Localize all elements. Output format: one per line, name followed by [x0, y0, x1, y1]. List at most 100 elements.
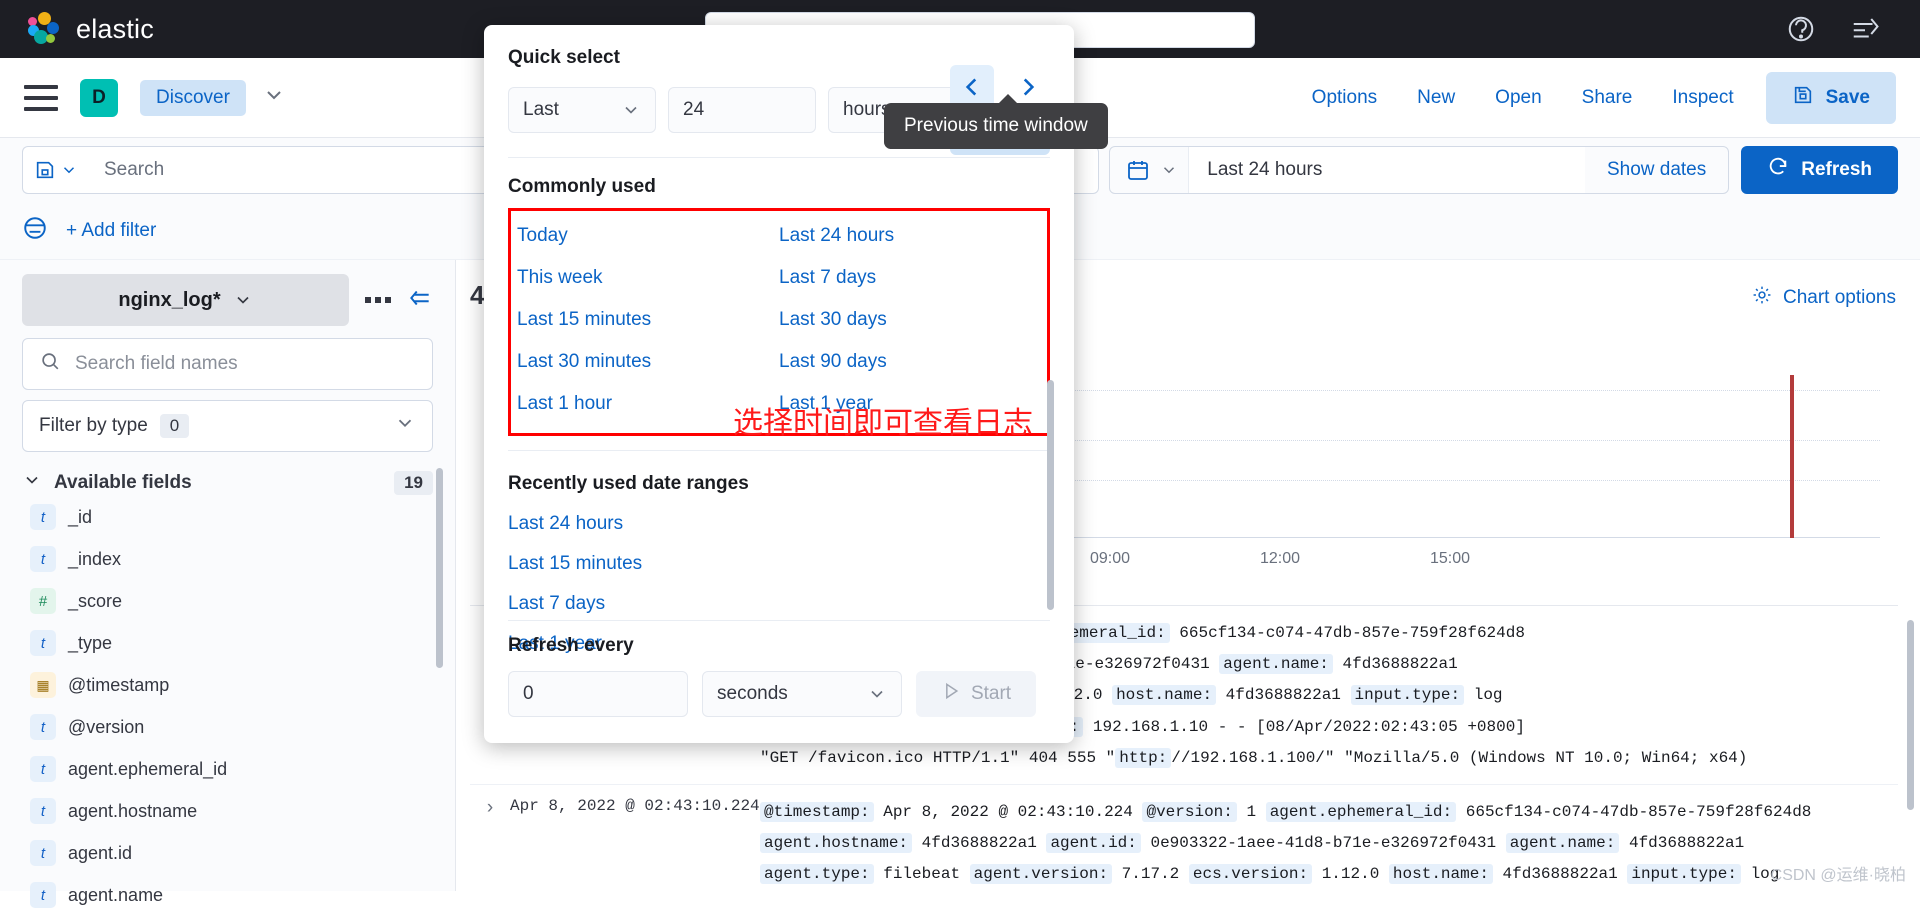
row-timestamp: Apr 8, 2022 @ 02:43:10.224	[510, 796, 760, 815]
menu-icon[interactable]	[24, 84, 58, 111]
string-field-icon: t	[30, 756, 56, 782]
date-range-value[interactable]: Last 24 hours	[1188, 147, 1585, 193]
field-item[interactable]: t agent.id	[22, 832, 433, 874]
breadcrumb-discover[interactable]: Discover	[140, 79, 246, 116]
annotation-text-wrap: 选择时间即可查看日志	[733, 398, 1033, 442]
alerts-icon[interactable]	[1850, 14, 1880, 44]
nav-options[interactable]: Options	[1292, 77, 1397, 119]
commonly-used-link[interactable]: Last 7 days	[779, 267, 1041, 289]
chevron-down-icon[interactable]	[262, 83, 286, 112]
help-icon[interactable]	[1786, 14, 1816, 44]
collapse-sidebar-icon[interactable]	[407, 285, 433, 316]
available-fields-count: 19	[394, 471, 433, 495]
field-item[interactable]: t agent.hostname	[22, 790, 433, 832]
field-item[interactable]: ▦ @timestamp	[22, 664, 433, 706]
direction-value: Last	[523, 99, 559, 120]
sidebar-scrollbar[interactable]	[436, 468, 443, 668]
nav-new[interactable]: New	[1397, 77, 1475, 119]
amount-value: 24	[683, 99, 705, 120]
string-field-icon: t	[30, 504, 56, 530]
index-pattern-select[interactable]: nginx_log*	[22, 274, 349, 326]
chevron-down-icon[interactable]	[394, 412, 416, 440]
field-list-options-icon[interactable]	[359, 297, 397, 303]
saved-query-button[interactable]	[22, 146, 88, 194]
refresh-icon	[1767, 156, 1789, 184]
commonly-used-section: Commonly used Today Last 24 hours This wee…	[508, 176, 1050, 436]
source-line: agent.type: filebeat agent.version: 7.17…	[760, 859, 1898, 890]
string-field-icon: t	[30, 714, 56, 740]
field-name: _score	[68, 590, 123, 611]
recently-used-link[interactable]: Last 24 hours	[508, 513, 1050, 535]
field-search-placeholder: Search field names	[75, 353, 238, 374]
chart-options-label: Chart options	[1782, 287, 1896, 308]
field-item[interactable]: t _type	[22, 622, 433, 664]
expand-row-icon[interactable]: ›	[470, 797, 510, 891]
field-item[interactable]: # _score	[22, 580, 433, 622]
save-label: Save	[1825, 86, 1870, 108]
nav-open[interactable]: Open	[1475, 77, 1561, 119]
refresh-interval-value: 0	[523, 683, 534, 704]
table-row[interactable]: › Apr 8, 2022 @ 02:43:10.224 @timestamp: A…	[470, 785, 1898, 891]
nav-share[interactable]: Share	[1562, 77, 1653, 119]
field-name: @version	[68, 716, 145, 737]
field-name: agent.name	[68, 884, 164, 905]
chart-options-button[interactable]: Chart options	[1751, 284, 1896, 312]
filter-by-type-count: 0	[159, 414, 190, 438]
refresh-every-title: Refresh every	[508, 635, 634, 656]
refresh-button[interactable]: Refresh	[1741, 146, 1898, 194]
commonly-used-link[interactable]: Last 24 hours	[779, 225, 1041, 247]
commonly-used-link[interactable]: This week	[517, 267, 779, 289]
available-fields-header[interactable]: Available fields 19	[22, 470, 433, 496]
quick-select-amount[interactable]: 24	[668, 87, 816, 133]
field-item[interactable]: t _id	[22, 496, 433, 538]
field-item[interactable]: t @version	[22, 706, 433, 748]
refresh-every-section: Refresh every 0 seconds Start	[508, 635, 1050, 717]
elastic-brand[interactable]: elastic	[28, 12, 154, 46]
document-scrollbar[interactable]	[1907, 620, 1914, 810]
string-field-icon: t	[30, 798, 56, 824]
recently-used-link[interactable]: Last 7 days	[508, 593, 1050, 615]
histogram-bar[interactable]	[1790, 375, 1794, 538]
popover-scrollbar[interactable]	[1047, 380, 1054, 610]
commonly-used-link[interactable]: Last 30 days	[779, 309, 1041, 331]
commonly-used-link[interactable]: Last 30 minutes	[517, 351, 779, 373]
save-icon	[1792, 84, 1814, 112]
add-filter-button[interactable]: + Add filter	[66, 220, 156, 242]
search-icon	[39, 350, 61, 378]
space-avatar[interactable]: D	[80, 78, 118, 117]
elastic-logo-icon	[28, 12, 62, 46]
available-fields-label: Available fields	[54, 472, 192, 493]
field-item[interactable]: t _index	[22, 538, 433, 580]
date-picker[interactable]: Last 24 hours Show dates	[1109, 146, 1730, 194]
field-item[interactable]: t agent.ephemeral_id	[22, 748, 433, 790]
global-header-actions	[1786, 14, 1880, 44]
recently-used-link[interactable]: Last 15 minutes	[508, 553, 1050, 575]
nav-inspect[interactable]: Inspect	[1652, 77, 1753, 119]
x-tick-1: 09:00	[1089, 550, 1131, 567]
calendar-icon[interactable]	[1110, 158, 1188, 182]
quick-select-direction[interactable]: Last	[508, 87, 656, 133]
filter-by-type-select[interactable]: Filter by type 0	[22, 400, 433, 452]
field-item[interactable]: t agent.name	[22, 874, 433, 916]
commonly-used-link[interactable]: Last 90 days	[779, 351, 1041, 373]
filter-options-icon[interactable]	[22, 215, 48, 246]
field-name: agent.hostname	[68, 800, 198, 821]
refresh-unit-select[interactable]: seconds	[702, 671, 902, 717]
divider	[508, 450, 1050, 451]
save-button[interactable]: Save	[1765, 71, 1896, 124]
index-pattern-row: nginx_log*	[22, 260, 433, 326]
x-tick-2: 12:00	[1259, 550, 1301, 567]
field-name: _index	[68, 548, 122, 569]
show-dates-button[interactable]: Show dates	[1585, 159, 1728, 181]
commonly-used-link[interactable]: Last 15 minutes	[517, 309, 779, 331]
commonly-used-link[interactable]: Today	[517, 225, 779, 247]
source-line: @timestamp: Apr 8, 2022 @ 02:43:10.224 @…	[760, 797, 1898, 828]
refresh-interval-input[interactable]: 0	[508, 671, 688, 717]
refresh-controls: 0 seconds Start	[508, 671, 1050, 717]
recent-title: Recently used date ranges	[508, 473, 749, 494]
x-tick-3: 15:00	[1429, 550, 1471, 567]
source-line: "GET /favicon.ico HTTP/1.1" 404 555 " htt…	[760, 747, 1748, 768]
hits-count: 4	[470, 280, 485, 310]
field-search-input[interactable]: Search field names	[22, 338, 433, 390]
start-refresh-button[interactable]: Start	[916, 671, 1036, 717]
